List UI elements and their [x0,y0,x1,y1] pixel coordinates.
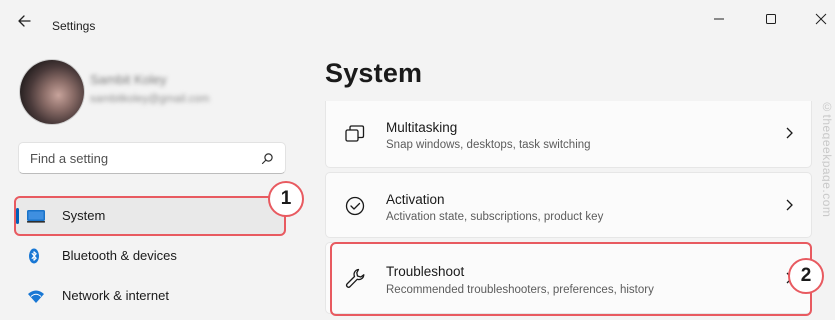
chevron-right-icon [786,127,793,139]
sidebar-item-label: Bluetooth & devices [62,248,177,263]
close-icon [815,13,827,25]
card-title: Activation [386,192,445,207]
search-input[interactable]: Find a setting [18,142,286,174]
title-bar: Settings [0,0,835,40]
step-badge-2: 2 [788,258,824,294]
close-button[interactable] [810,8,832,30]
user-name: Sambit Koley [90,72,167,87]
page-title: System [325,58,423,88]
sidebar-item-network[interactable]: Network & internet [16,278,286,314]
card-subtitle: Snap windows, desktops, task switching [386,139,591,151]
card-title: Multitasking [386,120,458,135]
wifi-icon [28,290,44,303]
avatar[interactable] [20,60,84,124]
maximize-button[interactable] [760,8,782,30]
user-email: sambitkoley@gmail.com [90,93,210,105]
search-icon [261,153,273,165]
app-title: Settings [52,19,96,33]
bluetooth-icon [29,248,39,264]
card-activation[interactable]: Activation Activation state, subscriptio… [325,172,812,238]
highlight-box-troubleshoot [330,242,812,316]
sidebar-item-label: Network & internet [62,288,169,303]
chevron-right-icon [786,199,793,211]
maximize-icon [766,14,776,24]
minimize-icon [714,18,724,20]
search-placeholder: Find a setting [30,151,109,166]
back-arrow-icon [18,15,31,27]
card-subtitle: Activation state, subscriptions, product… [386,211,604,223]
step-badge-1: 1 [268,181,304,217]
minimize-button[interactable] [708,8,730,30]
card-multitasking[interactable]: Multitasking Snap windows, desktops, tas… [325,101,812,168]
back-button[interactable] [14,10,36,32]
highlight-box-system [14,196,286,236]
sidebar-item-bluetooth[interactable]: Bluetooth & devices [16,238,286,274]
multitasking-icon [345,125,365,142]
activation-check-icon [345,196,365,216]
watermark: ©thegeekpage.com [822,100,834,218]
